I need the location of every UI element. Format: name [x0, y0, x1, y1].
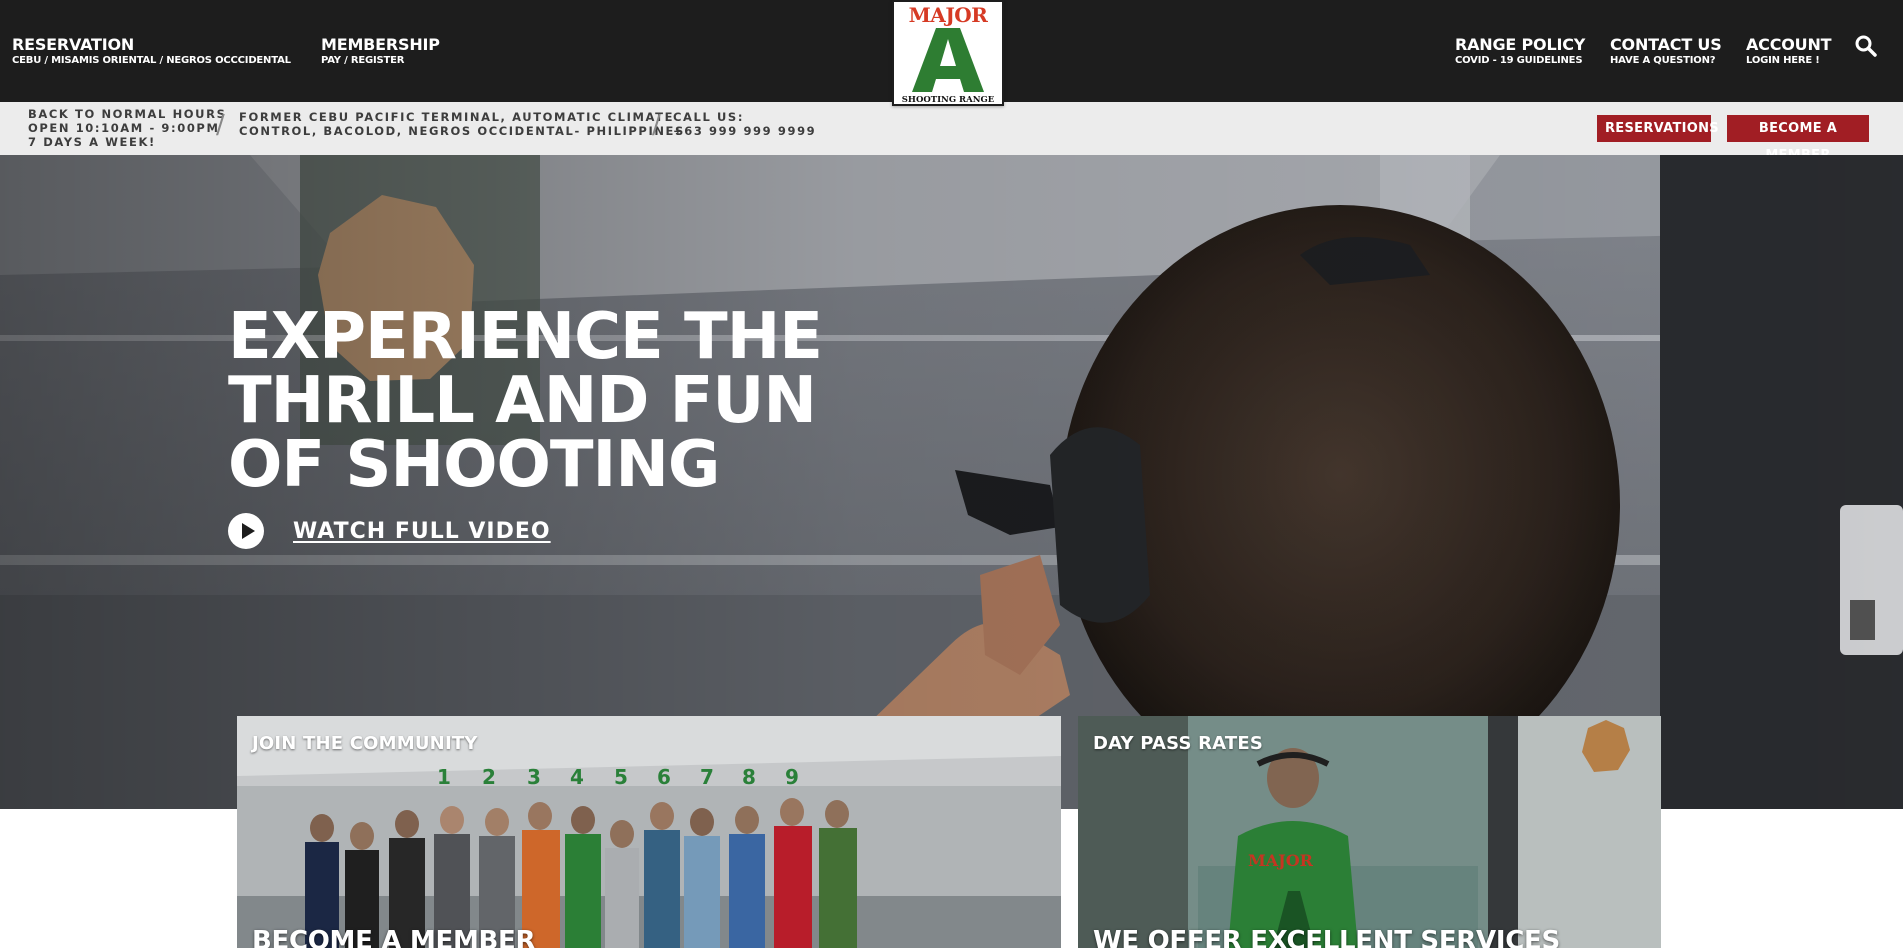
- logo-letter-a: [912, 28, 984, 92]
- nav-title: RANGE POLICY: [1455, 35, 1586, 54]
- phone-contact: CALL US: +63 999 999 9999: [673, 110, 816, 138]
- call-label: CALL US:: [673, 110, 745, 124]
- logo-wordmark: MAJOR: [908, 3, 988, 27]
- hero-banner: EXPERIENCE THE THRILL AND FUN OF SHOOTIN…: [0, 155, 1903, 809]
- hero-heading-line: OF SHOOTING: [228, 428, 720, 502]
- logo-tagline: SHOOTING RANGE: [901, 95, 995, 105]
- nav-title: ACCOUNT: [1746, 35, 1832, 54]
- card-kicker: DAY PASS RATES: [1093, 733, 1264, 754]
- address: FORMER CEBU PACIFIC TERMINAL, AUTOMATIC …: [239, 110, 685, 138]
- phone-number[interactable]: +63 999 999 9999: [673, 124, 816, 138]
- opening-hours: BACK TO NORMAL HOURS OPEN 10:10AM - 9:00…: [28, 107, 226, 149]
- nav-item-membership[interactable]: MEMBERSHIP PAY / REGISTER: [321, 36, 440, 67]
- nav-item-account[interactable]: ACCOUNT LOGIN HERE !: [1746, 35, 1832, 67]
- hero-heading-line: EXPERIENCE THE: [228, 300, 823, 374]
- play-icon[interactable]: [228, 513, 264, 549]
- address-line: CONTROL, BACOLOD, NEGROS OCCIDENTAL- PHI…: [239, 124, 685, 138]
- nav-subtitle: HAVE A QUESTION?: [1610, 55, 1716, 66]
- day-pass-card[interactable]: MAJOR DAY PASS RATES WE OFFER EXCELLENT …: [1078, 716, 1661, 948]
- reservations-button[interactable]: RESERVATIONS: [1597, 115, 1719, 142]
- info-bar: BACK TO NORMAL HOURS OPEN 10:10AM - 9:00…: [0, 102, 1903, 163]
- card-title: BECOME A MEMBER: [252, 926, 536, 948]
- nav-item-range-policy[interactable]: RANGE POLICY COVID - 19 GUIDELINES: [1455, 36, 1585, 67]
- nav-subtitle: LOGIN HERE !: [1746, 55, 1820, 66]
- become-member-button[interactable]: BECOME A MEMBER: [1727, 115, 1869, 163]
- divider: /: [652, 110, 661, 140]
- nav-title: RESERVATION: [12, 35, 135, 54]
- nav-title: CONTACT US: [1610, 35, 1722, 54]
- nav-subtitle: CEBU / MISAMIS ORIENTAL / NEGROS OCCCIDE…: [12, 55, 291, 66]
- nav-item-reservation[interactable]: RESERVATION CEBU / MISAMIS ORIENTAL / NE…: [12, 36, 291, 67]
- nav-subtitle: PAY / REGISTER: [321, 55, 405, 66]
- card-title: WE OFFER EXCELLENT SERVICES: [1093, 926, 1560, 948]
- major-a-logo[interactable]: MAJOR SHOOTING RANGE: [892, 0, 1004, 106]
- nav-subtitle: COVID - 19 GUIDELINES: [1455, 55, 1583, 66]
- nav-item-contact-us[interactable]: CONTACT US HAVE A QUESTION?: [1610, 36, 1722, 67]
- hero-heading-line: THRILL AND FUN: [228, 364, 817, 438]
- hours-line: BACK TO NORMAL HOURS: [28, 107, 227, 121]
- hours-line: OPEN 10:10AM - 9:00PM: [28, 121, 220, 135]
- hero-heading: EXPERIENCE THE THRILL AND FUN OF SHOOTIN…: [228, 305, 868, 497]
- nav-title: MEMBERSHIP: [321, 35, 440, 54]
- divider: /: [216, 110, 225, 140]
- card-kicker: JOIN THE COMMUNITY: [252, 733, 478, 754]
- address-line: FORMER CEBU PACIFIC TERMINAL, AUTOMATIC …: [239, 110, 675, 124]
- search-icon[interactable]: [1854, 34, 1878, 58]
- hours-line: 7 DAYS A WEEK!: [28, 135, 156, 149]
- watch-video-label[interactable]: WATCH FULL VIDEO: [293, 519, 551, 544]
- community-card[interactable]: 123 456 789 JOIN THE COMMUNITY BECOME A …: [237, 716, 1061, 948]
